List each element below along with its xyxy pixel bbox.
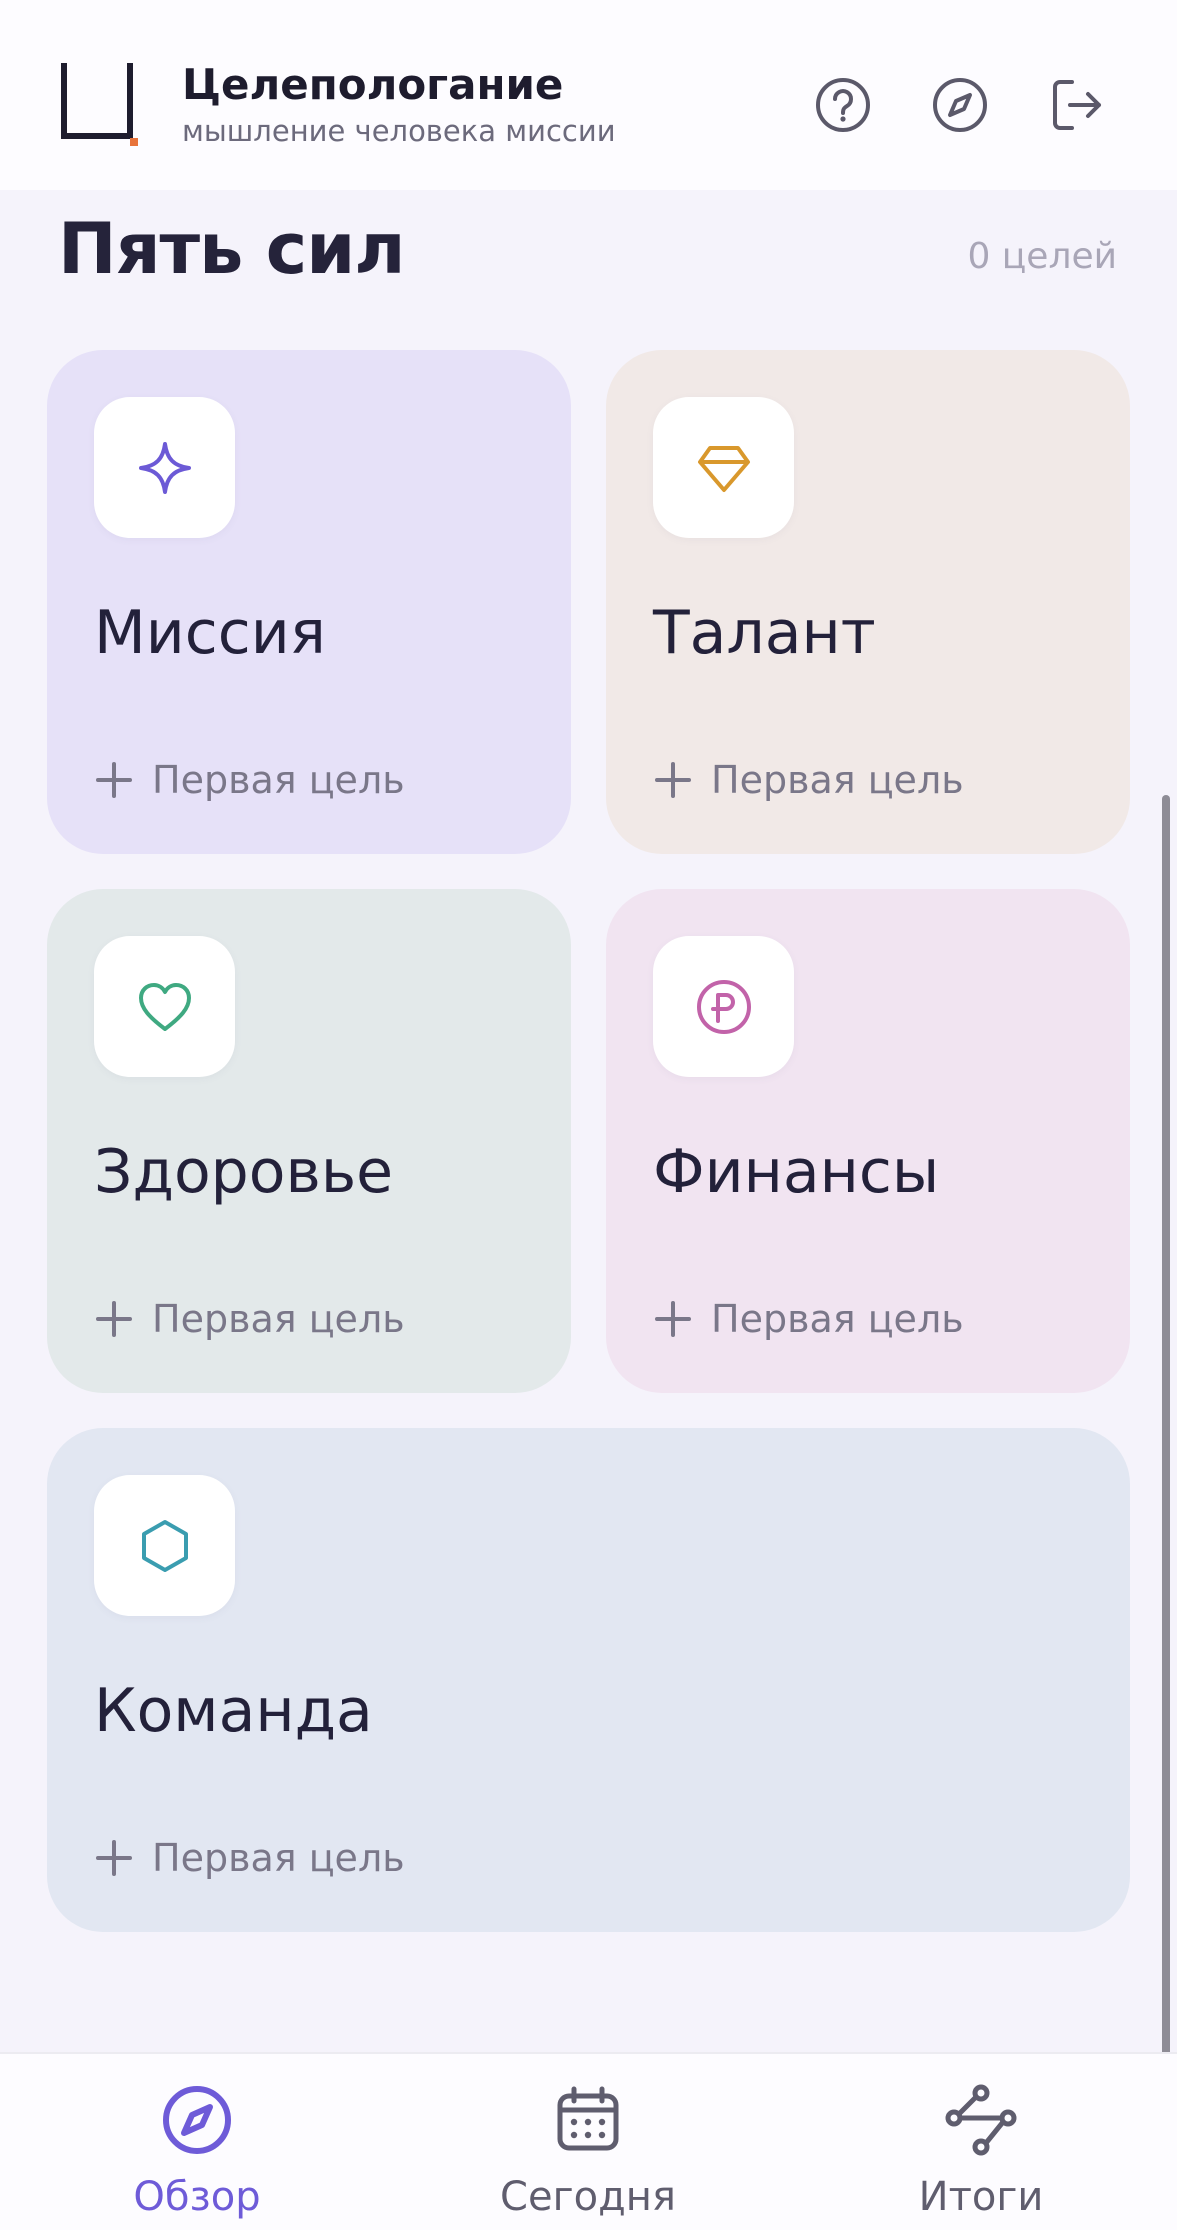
card-icon-box <box>653 397 794 538</box>
nav-item-today[interactable]: Сегодня <box>463 2084 713 2220</box>
compass-icon <box>163 2086 231 2154</box>
help-button[interactable] <box>814 76 872 134</box>
card-title: Команда <box>94 1676 373 1746</box>
add-first-goal-button[interactable]: Первая цель <box>94 750 405 810</box>
add-first-goal-button[interactable]: Первая цель <box>94 1828 405 1888</box>
card-icon-box <box>94 1475 235 1616</box>
plus-icon <box>655 1301 691 1337</box>
card-title: Талант <box>653 598 876 668</box>
card-title: Здоровье <box>94 1137 394 1207</box>
add-goal-label: Первая цель <box>711 1297 964 1341</box>
add-first-goal-button[interactable]: Первая цель <box>653 1289 964 1349</box>
add-goal-label: Первая цель <box>152 1836 405 1880</box>
scrollbar[interactable] <box>1162 795 1170 2070</box>
app-title: Целепологание <box>182 60 564 109</box>
add-goal-label: Первая цель <box>152 758 405 802</box>
ruble-icon <box>696 979 751 1034</box>
sparkle-icon <box>138 441 191 494</box>
plus-icon <box>96 762 132 798</box>
bottom-nav: Обзор Сегодня Итоги <box>0 2052 1177 2230</box>
card-icon-box <box>94 936 235 1077</box>
add-first-goal-button[interactable]: Первая цель <box>653 750 964 810</box>
nav-label: Обзор <box>133 2174 261 2220</box>
nav-label: Сегодня <box>500 2174 676 2220</box>
card-talent[interactable]: Талант Первая цель <box>606 350 1130 854</box>
calendar-icon <box>557 2086 619 2151</box>
nav-label: Итоги <box>918 2174 1044 2220</box>
section-title: Пять сил <box>58 208 406 290</box>
plus-icon <box>96 1301 132 1337</box>
card-title: Миссия <box>94 598 326 668</box>
route-icon <box>945 2084 1017 2156</box>
add-first-goal-button[interactable]: Первая цель <box>94 1289 405 1349</box>
card-health[interactable]: Здоровье Первая цель <box>47 889 571 1393</box>
heart-icon <box>138 982 191 1031</box>
add-goal-label: Первая цель <box>152 1297 405 1341</box>
card-icon-box <box>94 397 235 538</box>
compass-button[interactable] <box>931 76 989 134</box>
add-goal-label: Первая цель <box>711 758 964 802</box>
bracket-logo-icon <box>58 60 142 148</box>
app-subtitle: мышление человека миссии <box>182 114 616 148</box>
card-icon-box <box>653 936 794 1077</box>
logout-icon <box>1053 80 1101 130</box>
nav-item-results[interactable]: Итоги <box>856 2084 1106 2220</box>
plus-icon <box>655 762 691 798</box>
card-mission[interactable]: Миссия Первая цель <box>47 350 571 854</box>
nav-item-overview[interactable]: Обзор <box>72 2084 322 2220</box>
help-icon <box>816 78 870 132</box>
compass-icon <box>933 78 987 132</box>
card-finance[interactable]: Финансы Первая цель <box>606 889 1130 1393</box>
card-team[interactable]: Команда Первая цель <box>47 1428 1130 1932</box>
hexagon-icon <box>141 1519 188 1572</box>
diamond-icon <box>697 445 750 492</box>
app-header: Целепологание мышление человека миссии <box>0 0 1177 190</box>
card-title: Финансы <box>653 1137 940 1207</box>
logout-button[interactable] <box>1048 76 1106 134</box>
plus-icon <box>96 1840 132 1876</box>
goals-count: 0 целей <box>967 236 1117 277</box>
